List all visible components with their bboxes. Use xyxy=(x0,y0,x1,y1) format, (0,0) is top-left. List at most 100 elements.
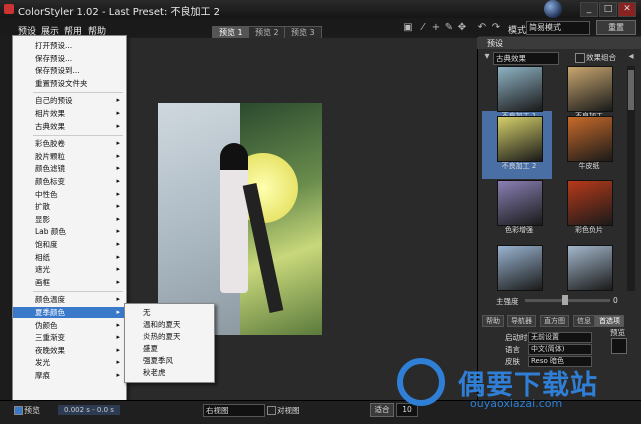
arrow-left-icon[interactable]: ◂ xyxy=(625,51,637,63)
fit-button[interactable]: 适合 xyxy=(370,403,394,417)
chevron-right-icon: ▸ xyxy=(116,121,120,130)
preset-thumbnail[interactable] xyxy=(567,180,613,226)
preset-thumbnail[interactable] xyxy=(497,245,543,291)
menu-item[interactable]: Lab 颜色 ▸ xyxy=(13,226,126,237)
preset-thumbnail[interactable] xyxy=(497,180,543,226)
panel-tab[interactable]: 首选项 xyxy=(595,315,624,327)
menu-item[interactable]: 夏季颜色 ▸ xyxy=(13,307,126,318)
preview-label: 预览 xyxy=(610,328,625,337)
menu-item[interactable]: 摩痕 ▸ xyxy=(13,370,126,381)
view-select[interactable]: 右视图 xyxy=(203,404,265,417)
move-icon[interactable]: ✥ xyxy=(456,22,468,34)
chevron-down-icon[interactable]: ▾ xyxy=(481,51,493,63)
menu-item-label: 彩色胶卷 xyxy=(35,139,65,149)
menu-item[interactable]: 彩色胶卷 ▸ xyxy=(13,138,126,149)
menu-item[interactable]: 夜晚效果 ▸ xyxy=(13,345,126,356)
figure-shape xyxy=(220,143,248,293)
minimize-button[interactable]: _ xyxy=(580,2,598,17)
strength-value: 0 xyxy=(613,296,618,305)
menu-item[interactable]: 重置预设文件夹 xyxy=(13,78,126,89)
menu-item[interactable]: 打开预设... xyxy=(13,40,126,51)
menu-item-label: Lab 颜色 xyxy=(35,227,66,237)
preview-checkbox-label: 预览 xyxy=(24,406,40,415)
preset-thumbnail-label: 彩色负片 xyxy=(575,226,603,234)
menu-item[interactable]: 相纸 ▸ xyxy=(13,252,126,263)
app-logo-icon xyxy=(4,4,14,14)
menu-item-label: 遮光 xyxy=(35,265,50,275)
globe-icon[interactable] xyxy=(544,0,562,18)
chevron-right-icon: ▸ xyxy=(116,320,120,329)
submenu-item[interactable]: 秋老虎 xyxy=(125,367,214,378)
menu-separator xyxy=(33,135,123,137)
submenu-item-label: 盛夏 xyxy=(143,344,158,353)
submenu-item[interactable]: 温和的夏天 xyxy=(125,319,214,330)
menu-item[interactable]: 发光 ▸ xyxy=(13,357,126,368)
menu-item-label: 胶片颗粒 xyxy=(35,151,65,161)
chevron-right-icon: ▸ xyxy=(116,371,120,379)
menu-item[interactable]: 自己的预设 ▸ xyxy=(13,95,126,106)
preset-thumbnail[interactable] xyxy=(567,66,613,112)
submenu-item[interactable]: 炎热的夏天 xyxy=(125,331,214,342)
preview-checkbox[interactable] xyxy=(14,406,23,415)
submenu-item-label: 温和的夏天 xyxy=(143,320,181,329)
preset-thumbnail[interactable] xyxy=(497,116,543,162)
menu-item-label: 自己的预设 xyxy=(35,96,73,106)
submenu-item[interactable]: 无 xyxy=(125,307,214,318)
preset-thumbnail[interactable] xyxy=(497,66,543,112)
submenu-item[interactable]: 强夏季风 xyxy=(125,355,214,366)
preview-swatch[interactable] xyxy=(611,338,627,354)
mode-select[interactable]: 简易模式 xyxy=(526,21,590,35)
menu-item-label: 夜晚效果 xyxy=(35,345,65,355)
eyedropper-icon[interactable]: ⁄ xyxy=(417,22,429,34)
menu-item[interactable]: 保存预设... xyxy=(13,53,126,64)
watermark-url: ouyaoxiazai.com xyxy=(470,397,563,410)
menu-item[interactable]: 画框 ▸ xyxy=(13,277,126,288)
category-select[interactable]: 古典效果 xyxy=(493,52,559,65)
menu-item-label: 饱和度 xyxy=(35,240,58,249)
undo-icon[interactable]: ↶ xyxy=(476,22,488,34)
crosshair-icon[interactable]: + xyxy=(430,22,442,34)
menu-item[interactable]: 伪颜色 ▸ xyxy=(13,320,126,331)
compare-checkbox[interactable] xyxy=(267,406,276,415)
submenu-item-label: 无 xyxy=(143,308,151,317)
menu-item[interactable]: 胶片颗粒 ▸ xyxy=(13,151,126,162)
redo-icon[interactable]: ↷ xyxy=(490,22,502,34)
strength-slider-handle[interactable] xyxy=(561,295,568,305)
menu-item[interactable]: 三重渐变 ▸ xyxy=(13,332,126,343)
reset-button[interactable]: 重置 xyxy=(596,20,636,35)
menu-item-label: 画框 xyxy=(35,277,50,287)
field-select[interactable]: 中文(简体) xyxy=(528,344,592,355)
menu-item[interactable]: 古典效果 ▸ xyxy=(13,121,126,132)
chevron-right-icon: ▸ xyxy=(116,333,120,342)
menu-item[interactable]: 颜色滤镜 ▸ xyxy=(13,163,126,174)
menu-item[interactable]: 相片效果 ▸ xyxy=(13,108,126,119)
thumb-scrollbar-handle[interactable] xyxy=(628,70,634,110)
chevron-right-icon: ▸ xyxy=(116,240,120,248)
menu-item[interactable]: 扩散 ▸ xyxy=(13,201,126,212)
field-select[interactable]: 无前设置 xyxy=(528,332,592,343)
menu-item[interactable]: 显影 ▸ xyxy=(13,214,126,225)
menu-item[interactable]: 颜色温度 ▸ xyxy=(13,294,126,305)
close-button[interactable]: ✕ xyxy=(618,2,636,17)
menu-item[interactable]: 颜色标变 ▸ xyxy=(13,176,126,187)
chevron-right-icon: ▸ xyxy=(116,151,120,160)
submenu-item[interactable]: 盛夏 xyxy=(125,343,214,354)
menu-item[interactable]: 中性色 ▸ xyxy=(13,189,126,200)
preset-thumbnail[interactable] xyxy=(567,245,613,291)
combo-checkbox[interactable] xyxy=(575,53,585,63)
menu-item-label: 古典效果 xyxy=(35,121,65,131)
panel-tab[interactable]: 信息 xyxy=(573,315,595,327)
panel-tab[interactable]: 直方图 xyxy=(540,315,569,327)
chevron-right-icon: ▸ xyxy=(116,109,120,117)
menu-item[interactable]: 饱和度 ▸ xyxy=(13,239,126,250)
panel-tab[interactable]: 导航器 xyxy=(507,315,536,327)
pencil-icon[interactable]: ✎ xyxy=(443,22,455,34)
menu-separator xyxy=(33,92,123,94)
maximize-button[interactable]: □ xyxy=(599,2,617,17)
menu-item-label: 颜色标变 xyxy=(35,177,65,186)
panel-tab[interactable]: 帮助 xyxy=(482,315,504,327)
camera-icon[interactable]: ▣ xyxy=(402,22,414,34)
preset-thumbnail[interactable] xyxy=(567,116,613,162)
menu-item[interactable]: 保存预设到... xyxy=(13,65,126,76)
menu-item[interactable]: 遮光 ▸ xyxy=(13,264,126,275)
